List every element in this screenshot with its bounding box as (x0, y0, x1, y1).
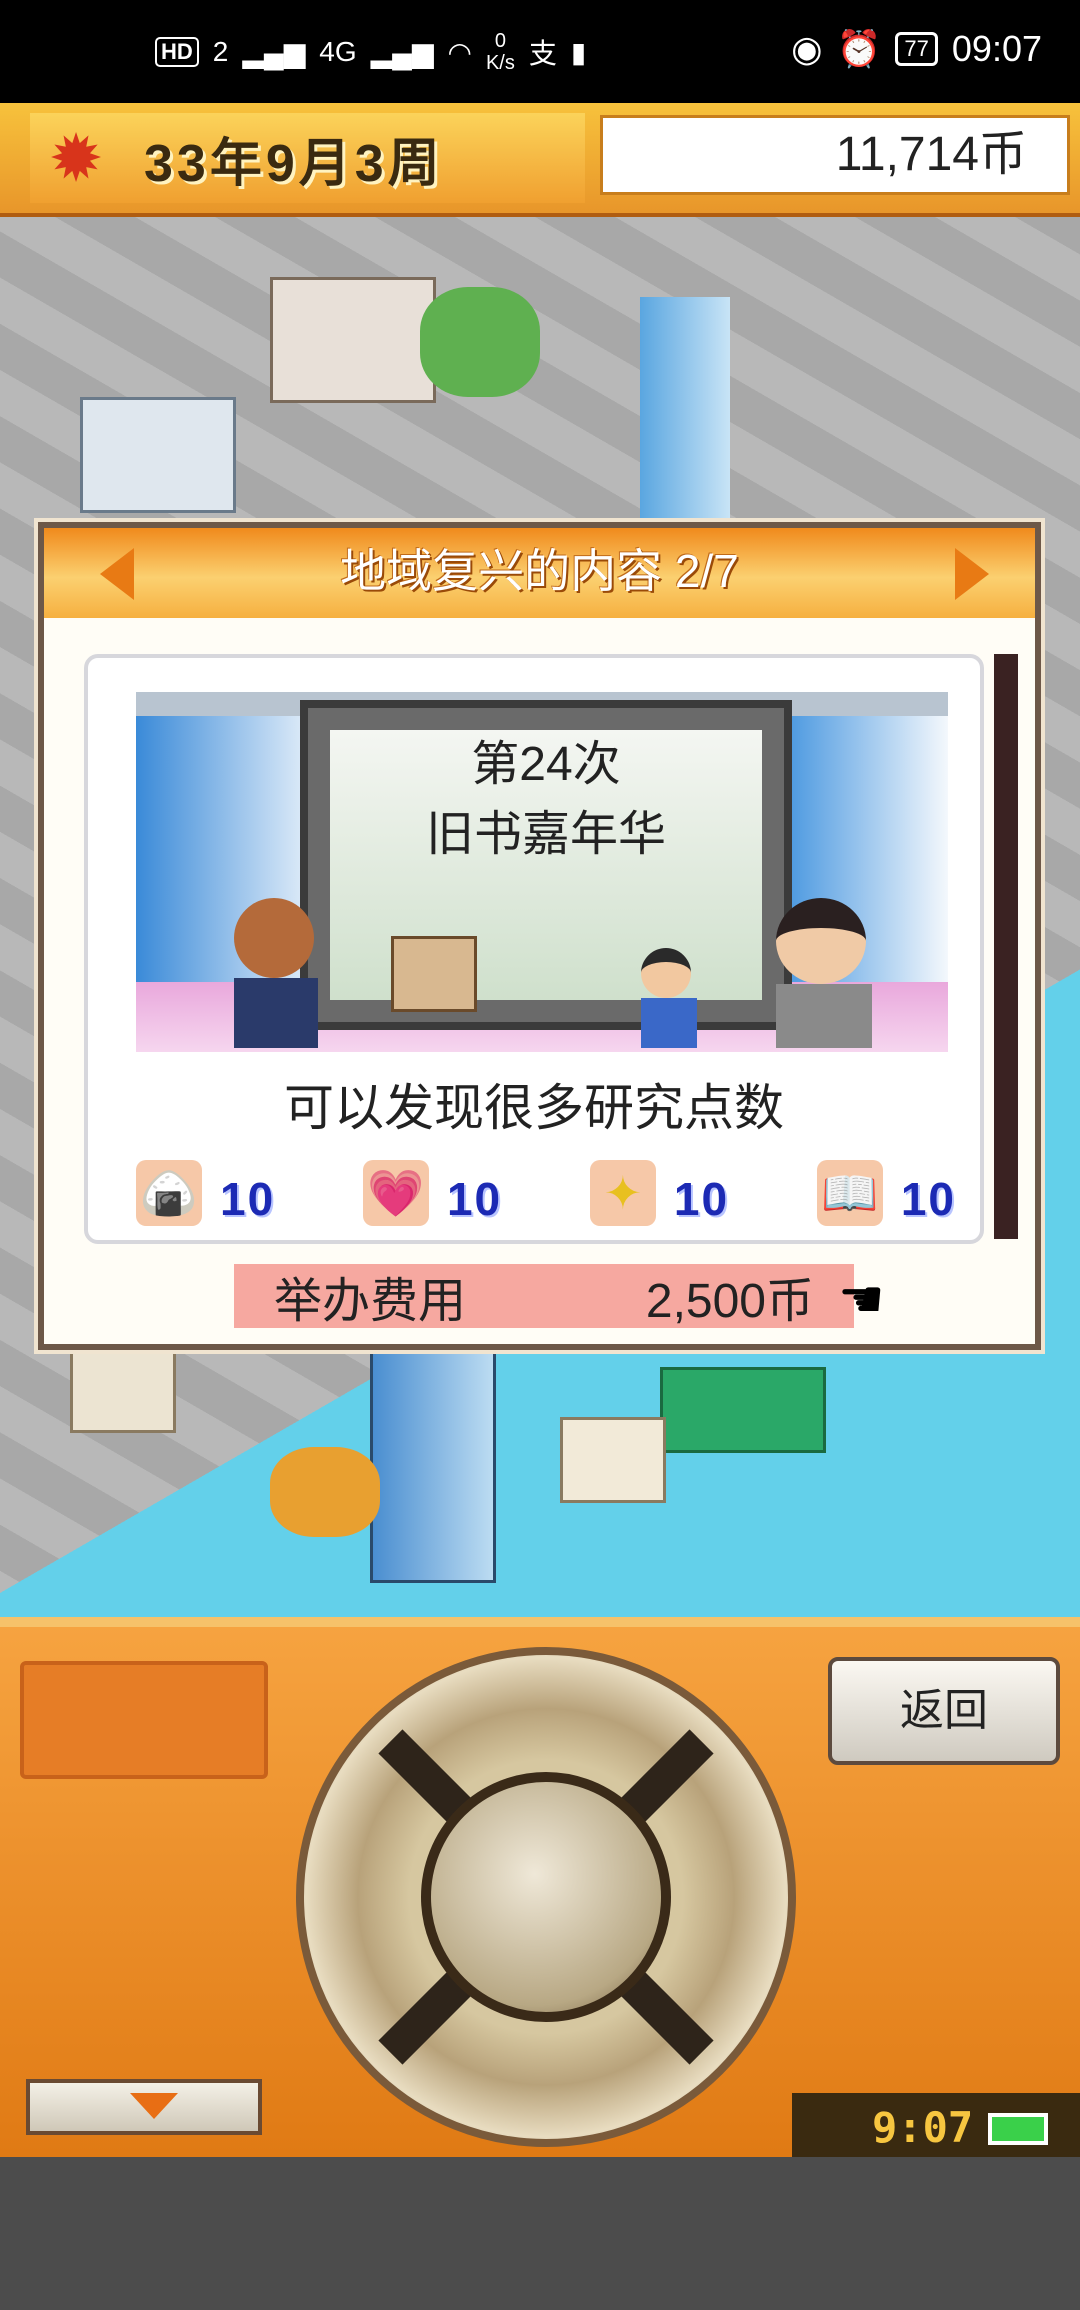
event-illustration: 第24次 旧书嘉年华 (136, 692, 948, 1052)
sparkle-icon: ✦ (589, 1160, 656, 1226)
game-clock: 9:07 (872, 2103, 974, 2152)
stat-item: 💗 10 (362, 1146, 503, 1226)
event-dialog: 地域复兴的内容 2/7 第24次 旧书嘉年华 可以发现很多研究点数 🍙 10 💗… (38, 522, 1041, 1350)
stat-value: 10 (900, 1173, 956, 1225)
event-card[interactable]: 第24次 旧书嘉年华 可以发现很多研究点数 🍙 10 💗 10 ✦ 10 📖 1… (84, 654, 984, 1244)
net-speed: 0 K/s (485, 30, 515, 74)
stat-item: 📖 10 (816, 1146, 956, 1226)
prev-arrow-icon[interactable] (100, 548, 134, 600)
event-board: 第24次 旧书嘉年华 (300, 700, 792, 1030)
network-type: 4G (319, 36, 357, 67)
stat-value: 10 (446, 1173, 503, 1225)
park-trees (420, 287, 540, 397)
eye-icon: ◉ (791, 28, 823, 69)
stat-item: ✦ 10 (589, 1146, 730, 1226)
alert-icon: ▮ (570, 36, 587, 68)
cost-button[interactable]: 举办费用 2,500币 (234, 1264, 854, 1328)
cost-label: 举办费用 (274, 1275, 467, 1328)
bottom-area (0, 2157, 1080, 2310)
maple-leaf-icon: ✹ (48, 120, 104, 195)
alarm-icon: ⏰ (836, 28, 882, 69)
date-panel: ✹ 33年9月3周 (30, 113, 585, 203)
tall-building[interactable] (370, 1347, 496, 1583)
info-panel (20, 1661, 268, 1779)
dpad[interactable] (296, 1647, 796, 2147)
stat-value: 10 (673, 1173, 730, 1225)
game-hud: ✹ 33年9月3周 11,714币 (0, 103, 1080, 217)
rice-ball-icon: 🍙 (136, 1160, 202, 1226)
stat-item: 🍙 10 (136, 1146, 275, 1226)
dialog-header: 地域复兴的内容 2/7 (44, 528, 1035, 618)
shop-building[interactable] (270, 277, 436, 403)
sports-field[interactable] (660, 1367, 826, 1453)
event-name: 旧书嘉年华 (425, 808, 666, 861)
confirm-button[interactable] (421, 1772, 671, 2022)
back-button[interactable]: 返回 (828, 1657, 1060, 1765)
man-character (776, 898, 872, 1048)
stat-value: 10 (220, 1173, 276, 1225)
boy-character (641, 948, 697, 1048)
sim-slot: 2 (212, 36, 229, 67)
house-building-2[interactable] (70, 1347, 176, 1433)
battery-icon (988, 2113, 1048, 2145)
pointing-hand-icon: ☚ (838, 1271, 885, 1329)
battery-icon: 77 (895, 32, 938, 66)
status-bar: HD 2 ▂▄▆ 4G ▂▄▆ ◠ 0 K/s 支 ▮ ◉ ⏰ 77 09:07 (0, 0, 1080, 103)
house-building[interactable] (560, 1417, 666, 1503)
cost-value: 2,500币 (645, 1275, 814, 1328)
wifi-icon: ◠ (447, 36, 472, 68)
alipay-icon: 支 (528, 38, 557, 69)
money-display: 11,714币 (600, 115, 1070, 195)
book-stand (391, 936, 477, 1012)
signal-icon: ▂▄▆ (242, 36, 306, 68)
event-description: 可以发现很多研究点数 (284, 1080, 784, 1136)
down-arrow-icon (130, 2093, 178, 2119)
office-building[interactable] (80, 397, 236, 513)
status-time: 09:07 (951, 28, 1042, 69)
stat-row: 🍙 10 💗 10 ✦ 10 📖 10 (136, 1146, 956, 1226)
next-arrow-icon[interactable] (955, 548, 989, 600)
book-icon: 📖 (816, 1160, 883, 1226)
game-clock-panel: 9:07 (792, 2093, 1080, 2167)
hd-badge: HD (155, 37, 199, 67)
event-number: 第24次 (471, 738, 621, 791)
autumn-trees (270, 1447, 380, 1537)
dialog-title: 地域复兴的内容 2/7 (340, 545, 739, 597)
game-date: 33年9月3周 (144, 134, 444, 193)
signal-icon-2: ▂▄▆ (370, 36, 434, 68)
woman-character (234, 898, 318, 1048)
controller-panel: 返回 9:07 (0, 1617, 1080, 2167)
tower-building[interactable] (640, 297, 730, 527)
menu-toggle-button[interactable] (26, 2079, 262, 2135)
heart-icon: 💗 (362, 1160, 429, 1226)
dialog-scrollbar[interactable] (994, 654, 1018, 1239)
